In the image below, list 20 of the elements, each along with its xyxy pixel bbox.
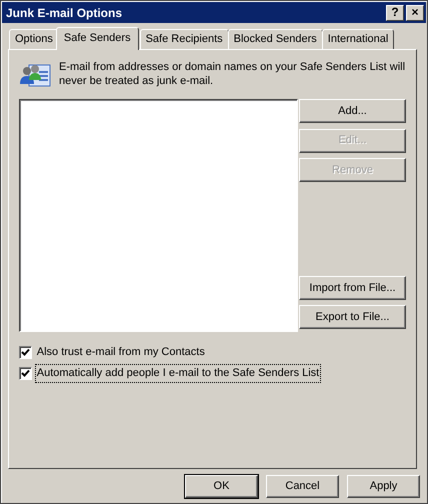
close-button[interactable]: ×	[406, 4, 424, 20]
dialog-button[interactable]: OK	[185, 475, 258, 498]
action-button[interactable]: Import from File...	[299, 276, 406, 300]
help-button[interactable]: ?	[386, 4, 404, 20]
tab[interactable]: Safe Recipients	[140, 29, 229, 49]
checkbox[interactable]	[19, 367, 32, 380]
action-button[interactable]: Add...	[299, 99, 406, 123]
dialog-button[interactable]: Cancel	[266, 475, 339, 498]
tab[interactable]: Options	[9, 29, 59, 49]
window-title: Junk E-mail Options	[6, 4, 124, 22]
action-button[interactable]: Export to File...	[299, 305, 406, 330]
description-text: E-mail from addresses or domain names on your Safe Senders List will never be treated as junk e-mail.	[59, 60, 406, 88]
contacts-icon	[19, 62, 51, 88]
checkbox-label: Also trust e-mail from my Contacts	[36, 345, 206, 360]
tab[interactable]: Safe Senders	[56, 27, 139, 50]
tab[interactable]: Blocked Senders	[228, 29, 323, 49]
checkbox[interactable]	[19, 346, 32, 359]
checkbox-label: Automatically add people I e-mail to the Safe Senders List	[34, 364, 322, 383]
tab[interactable]: International	[322, 29, 394, 49]
dialog-button[interactable]: Apply	[347, 475, 420, 498]
